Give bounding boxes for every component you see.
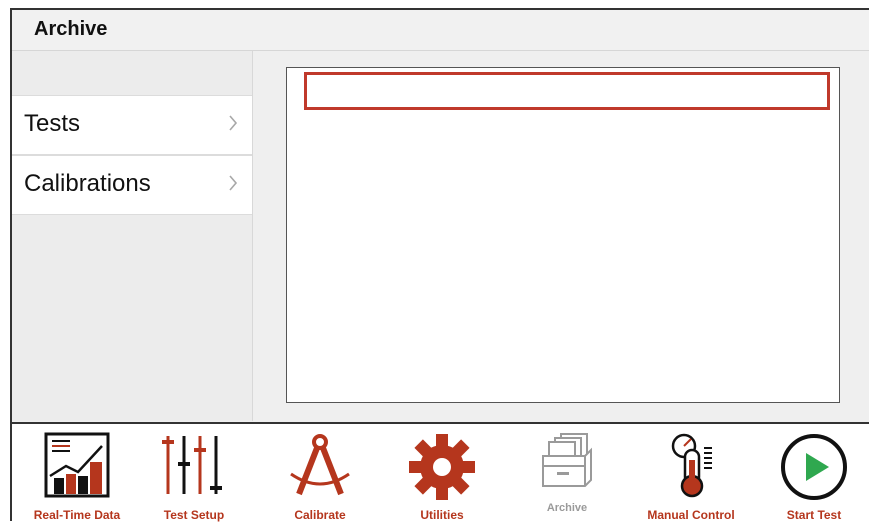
- sidebar: Tests Calibrations: [12, 51, 253, 421]
- archive-window: Archive Tests Calibrations Real-Time Dat…: [10, 8, 869, 525]
- archive-button[interactable]: Archive: [517, 428, 617, 524]
- selected-list-row[interactable]: [304, 72, 830, 110]
- start-test-label: Start Test: [786, 508, 842, 522]
- sidebar-item-label: Tests: [24, 110, 81, 137]
- page-title: Archive: [34, 18, 108, 40]
- thermometer-gauge-icon: [671, 433, 712, 498]
- chevron-right-icon: [228, 174, 238, 197]
- real-time-data-label: Real-Time Data: [33, 508, 121, 522]
- compass-icon: [290, 434, 350, 496]
- play-icon: [781, 434, 847, 500]
- utilities-button[interactable]: Utilities: [392, 428, 492, 524]
- utilities-label: Utilities: [420, 508, 464, 522]
- real-time-data-button[interactable]: Real-Time Data: [22, 428, 132, 524]
- gear-icon: [409, 434, 475, 500]
- sidebar-item-label: Calibrations: [24, 170, 151, 197]
- sidebar-item-tests[interactable]: Tests: [12, 95, 252, 155]
- archive-label: Archive: [546, 502, 588, 514]
- sliders-icon: [162, 436, 222, 494]
- sidebar-item-calibrations[interactable]: Calibrations: [12, 155, 252, 215]
- chevron-right-icon: [228, 114, 238, 137]
- calibrate-button[interactable]: Calibrate: [270, 428, 370, 524]
- start-test-button[interactable]: Start Test: [764, 428, 864, 524]
- calibrate-label: Calibrate: [294, 508, 346, 522]
- test-setup-button[interactable]: Test Setup: [144, 428, 244, 524]
- manual-control-label: Manual Control: [647, 508, 735, 522]
- file-cabinet-icon: [542, 433, 592, 487]
- test-setup-label: Test Setup: [163, 508, 225, 522]
- record-list: [286, 67, 840, 403]
- chart-icon: [44, 432, 110, 498]
- bottom-toolbar: Real-Time Data Test Setup Calibrate Util…: [12, 422, 869, 525]
- title-bar: Archive: [12, 10, 869, 51]
- manual-control-button[interactable]: Manual Control: [638, 428, 744, 524]
